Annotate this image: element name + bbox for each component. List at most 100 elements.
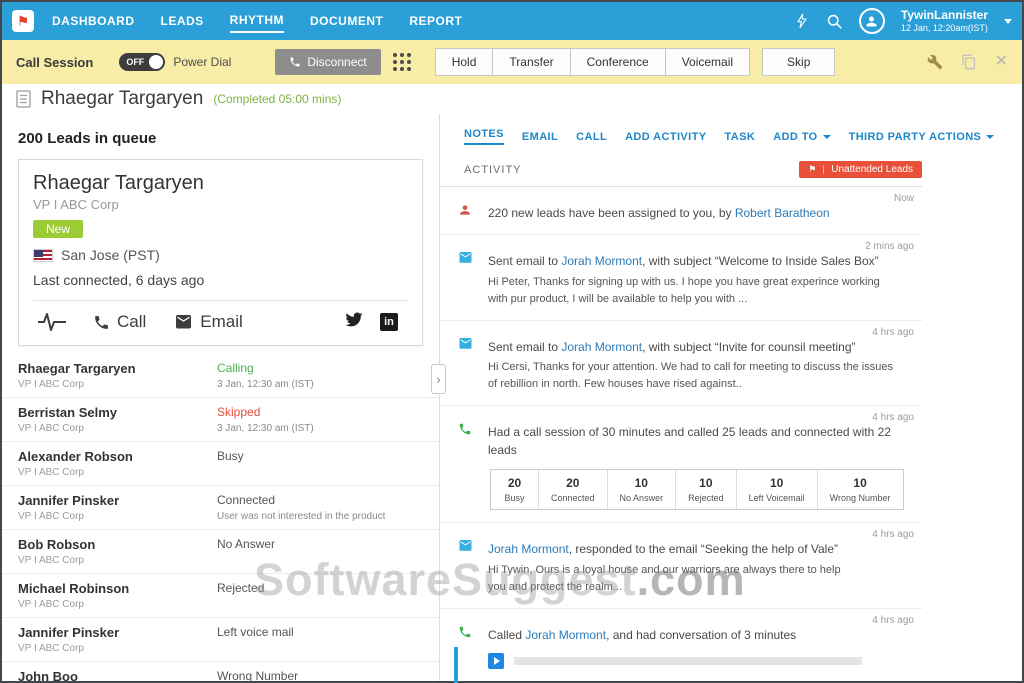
wrench-icon[interactable] [927, 54, 943, 70]
flag-logo-icon: ⚑ [17, 14, 30, 28]
call-action[interactable]: Call [93, 312, 146, 332]
chevron-down-icon [986, 135, 994, 139]
conference-button[interactable]: Conference [571, 48, 666, 76]
twitter-icon[interactable] [344, 311, 364, 333]
lead-row-status: Calling [217, 361, 439, 375]
email-action-label: Email [200, 312, 243, 332]
lead-row-detail: 3 Jan, 12:30 am (IST) [217, 379, 439, 390]
user-avatar[interactable] [859, 8, 885, 34]
collapse-panel-handle[interactable]: › [431, 364, 446, 394]
nav-report[interactable]: REPORT [409, 10, 462, 32]
lead-row[interactable]: Jannifer Pinsker VP I ABC Corp Left voice… [2, 618, 439, 662]
power-dial-toggle[interactable]: OFF [119, 53, 165, 71]
lead-row[interactable]: Alexander RobsonVP I ABC Corp Busy [2, 442, 439, 486]
tab-third-party-label: THIRD PARTY ACTIONS [849, 131, 982, 143]
lead-row-title: VP I ABC Corp [18, 467, 217, 478]
envelope-icon [174, 315, 193, 330]
hold-button[interactable]: Hold [435, 48, 494, 76]
tab-email[interactable]: EMAIL [522, 131, 558, 143]
transfer-button[interactable]: Transfer [493, 48, 570, 76]
disconnect-button[interactable]: Disconnect [275, 49, 380, 75]
timestamp: 4 hrs ago [872, 327, 914, 338]
activity-text: Sent email to Jorah Mormont, with subjec… [488, 339, 910, 356]
lead-row-title: VP I ABC Corp [18, 511, 217, 522]
dialpad-icon[interactable] [393, 53, 411, 71]
chevron-down-icon[interactable] [1004, 19, 1012, 24]
email-icon [458, 251, 473, 269]
audio-progress-bar[interactable] [514, 657, 862, 665]
voicemail-button[interactable]: Voicemail [666, 48, 750, 76]
lead-row-title: VP I ABC Corp [18, 643, 217, 654]
chevron-down-icon [823, 135, 831, 139]
email-preview: Hi Tywin, Ours is a loyal house and our … [488, 562, 910, 596]
nav-rhythm[interactable]: RHYTHM [230, 9, 284, 33]
tab-third-party-actions[interactable]: THIRD PARTY ACTIONS [849, 131, 995, 143]
lead-location: San Jose (PST) [61, 247, 160, 263]
lightning-icon[interactable] [794, 12, 810, 30]
lead-row-status: No Answer [217, 537, 439, 551]
app-logo[interactable]: ⚑ [12, 10, 34, 32]
lead-row[interactable]: Rhaegar TargaryenVP I ABC Corp Calling3 … [2, 354, 439, 398]
user-menu[interactable]: TywinLannister 12 Jan, 12:20am(IST) [901, 8, 988, 33]
main-nav: DASHBOARD LEADS RHYTHM DOCUMENT REPORT [52, 2, 488, 40]
activity-item-call-recording: 4 hrs ago Called Jorah Mormont, and had … [440, 609, 922, 681]
copy-icon[interactable] [961, 54, 977, 70]
lead-row[interactable]: Bob Robson VP I ABC Corp No Answer [2, 530, 439, 574]
linkedin-icon[interactable]: in [380, 313, 398, 331]
nav-leads[interactable]: LEADS [161, 10, 204, 32]
search-icon[interactable] [826, 13, 843, 30]
call-action-label: Call [117, 312, 146, 332]
tab-call[interactable]: CALL [576, 131, 607, 143]
lead-row-name: Bob Robson [18, 537, 217, 552]
lead-link[interactable]: Jorah Mormont [525, 628, 606, 642]
play-icon [494, 657, 500, 665]
timestamp: 4 hrs ago [872, 529, 914, 540]
lead-row-name: Jannifer Pinsker [18, 493, 217, 508]
email-icon [458, 539, 473, 557]
lead-queue-list: Rhaegar TargaryenVP I ABC Corp Calling3 … [2, 354, 439, 681]
activity-header: ACTIVITY ⚑ Unattended Leads [440, 153, 922, 187]
toggle-knob [149, 55, 163, 69]
tab-add-to[interactable]: ADD TO [773, 131, 830, 143]
lead-link[interactable]: Jorah Mormont [561, 254, 642, 268]
play-button[interactable] [488, 653, 504, 669]
lead-row-status: Skipped [217, 405, 439, 419]
skip-button[interactable]: Skip [762, 48, 835, 76]
activity-text: Had a call session of 30 minutes and cal… [488, 424, 910, 459]
stat-wrong-number: 10Wrong Number [818, 470, 903, 509]
tab-notes[interactable]: NOTES [464, 128, 504, 145]
lead-row[interactable]: John BooVP I ABC Corp Wrong Number [2, 662, 439, 681]
lead-link[interactable]: Jorah Mormont [488, 542, 569, 556]
nav-dashboard[interactable]: DASHBOARD [52, 10, 135, 32]
timestamp: 4 hrs ago [872, 615, 914, 626]
lead-row[interactable]: Berristan SelmyVP I ABC Corp Skipped3 Ja… [2, 398, 439, 442]
email-action[interactable]: Email [174, 312, 243, 332]
callbar-tools: ✕ [927, 54, 1008, 70]
lead-row-name: John Boo [18, 669, 217, 681]
lead-row-status: Left voice mail [217, 625, 439, 639]
lead-link[interactable]: Jorah Mormont [561, 340, 642, 354]
panel-divider [439, 114, 440, 681]
unattended-leads-badge[interactable]: ⚑ Unattended Leads [799, 161, 922, 178]
lead-row[interactable]: Jannifer PinskerVP I ABC Corp ConnectedU… [2, 486, 439, 530]
lead-row[interactable]: Michael RobinsonVP I ABC Corp Rejected [2, 574, 439, 618]
nav-right: TywinLannister 12 Jan, 12:20am(IST) [794, 8, 1012, 34]
activity-title: ACTIVITY [464, 164, 522, 176]
person-icon [458, 203, 472, 222]
tab-add-activity[interactable]: ADD ACTIVITY [625, 131, 706, 143]
scrollbar-thumb[interactable] [454, 647, 458, 683]
tab-task[interactable]: TASK [724, 131, 755, 143]
email-preview: Hi Cersi, Thanks for your attention. We … [488, 359, 910, 393]
lead-row-title: VP I ABC Corp [18, 555, 217, 566]
lead-row-detail: User was not interested in the product [217, 511, 439, 522]
activity-text: 220 new leads have been assigned to you,… [488, 205, 910, 222]
nav-document[interactable]: DOCUMENT [310, 10, 383, 32]
lead-link[interactable]: Robert Baratheon [735, 206, 830, 220]
lead-last-connected: Last connected, 6 days ago [33, 272, 408, 288]
stat-left-voicemail: 10Left Voicemail [737, 470, 818, 509]
activity-pulse-icon[interactable] [37, 311, 67, 333]
lead-row-name: Jannifer Pinsker [18, 625, 217, 640]
close-icon[interactable]: ✕ [995, 54, 1008, 70]
unattended-leads-label: Unattended Leads [831, 164, 913, 175]
call-icon [458, 625, 472, 644]
